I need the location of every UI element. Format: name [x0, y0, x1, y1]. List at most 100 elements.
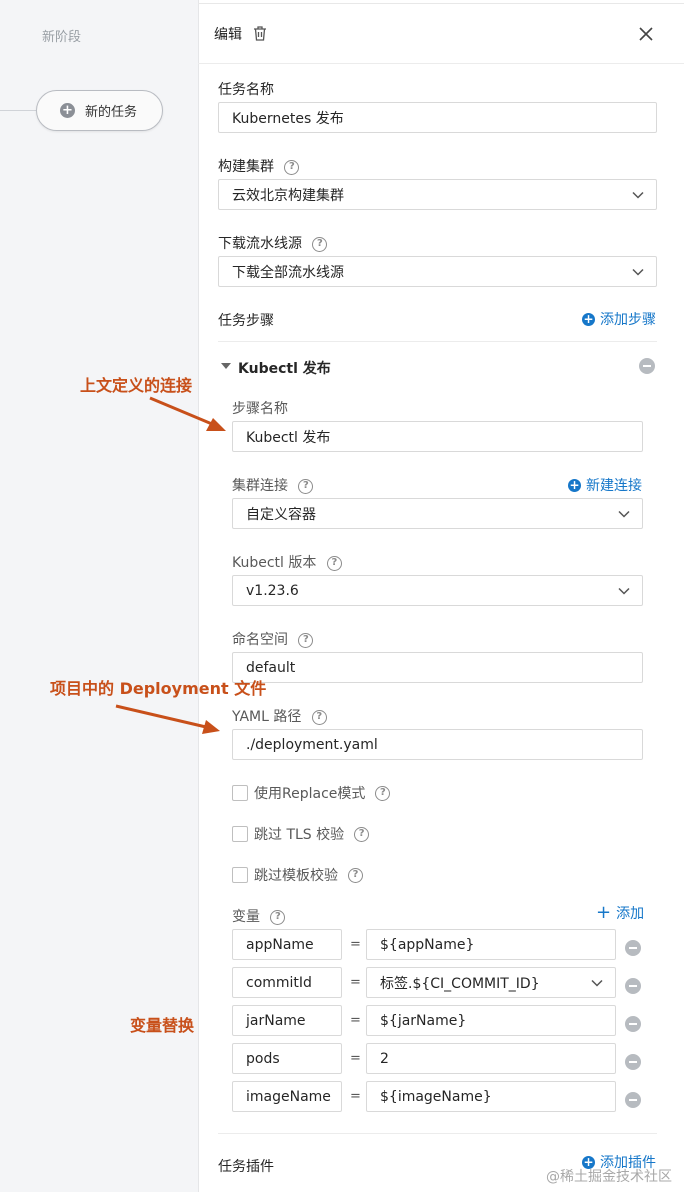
add-variable-label: 添加 [616, 905, 645, 922]
add-step-label: 添加步骤 [600, 312, 656, 328]
remove-step-icon[interactable] [639, 358, 655, 374]
variable-name-input[interactable]: jarName [232, 1005, 342, 1036]
step-title[interactable]: Kubectl 发布 [238, 358, 331, 378]
step-name-input[interactable]: Kubectl 发布 [232, 421, 643, 452]
remove-variable-icon[interactable] [625, 1054, 641, 1070]
cluster-conn-label-text: 集群连接 [232, 478, 288, 494]
annotation-deployment-file: 项目中的 Deployment 文件 [50, 679, 267, 698]
cluster-conn-label: 集群连接 ? [232, 475, 314, 495]
close-icon[interactable] [636, 24, 656, 44]
skip-tls-option[interactable]: 跳过 TLS 校验 ? [232, 824, 370, 844]
header-divider [198, 63, 684, 64]
help-icon[interactable]: ? [375, 785, 391, 801]
add-step-button[interactable]: + 添加步骤 [582, 309, 656, 329]
caret-down-icon[interactable] [221, 362, 231, 370]
replace-mode-label: 使用Replace模式 [254, 786, 366, 802]
yaml-path-label-text: YAML 路径 [232, 709, 302, 725]
variable-name-input[interactable]: pods [232, 1043, 342, 1074]
chevron-down-icon [632, 191, 644, 199]
download-source-select[interactable]: 下载全部流水线源 [218, 256, 657, 287]
variables-label-text: 变量 [232, 909, 260, 925]
skip-template-label: 跳过模板校验 [254, 868, 338, 884]
remove-variable-icon[interactable] [625, 940, 641, 956]
chevron-down-icon [618, 510, 630, 518]
remove-variable-icon[interactable] [625, 1092, 641, 1108]
download-source-value: 下载全部流水线源 [232, 264, 344, 281]
plus-icon: + [596, 902, 612, 923]
skip-tls-checkbox[interactable] [232, 826, 248, 842]
variable-value-input[interactable]: ${imageName} [366, 1081, 616, 1112]
replace-mode-checkbox[interactable] [232, 785, 248, 801]
help-icon[interactable]: ? [326, 555, 342, 571]
variable-name-input[interactable]: imageName [232, 1081, 342, 1112]
add-variable-button[interactable]: + 添加 [596, 902, 644, 923]
variables-label: 变量 ? [232, 906, 286, 926]
task-steps-label: 任务步骤 [218, 313, 274, 329]
help-icon[interactable]: ? [348, 867, 363, 883]
equals-sign: = [350, 937, 361, 952]
variable-name-input[interactable]: appName [232, 929, 342, 960]
help-icon[interactable]: ? [298, 478, 314, 494]
download-source-label: 下载流水线源 ? [218, 233, 328, 253]
build-cluster-label: 构建集群 ? [218, 156, 300, 176]
new-task-button[interactable]: + 新的任务 [36, 90, 163, 131]
steps-divider [218, 341, 657, 342]
cluster-conn-value: 自定义容器 [246, 506, 316, 523]
help-icon[interactable]: ? [354, 826, 370, 842]
kubectl-version-label-text: Kubectl 版本 [232, 555, 317, 571]
panel-top-border [198, 3, 684, 4]
trash-icon[interactable] [252, 25, 268, 42]
annotation-context-connection: 上文定义的连接 [80, 376, 193, 395]
variable-name-input[interactable]: commitId [232, 967, 342, 998]
plus-circle-icon: + [582, 311, 595, 326]
help-icon[interactable]: ? [311, 709, 327, 725]
equals-sign: = [350, 1013, 361, 1028]
equals-sign: = [350, 1051, 361, 1066]
plugins-divider [218, 1133, 657, 1134]
build-cluster-value: 云效北京构建集群 [232, 187, 344, 204]
kubectl-version-label: Kubectl 版本 ? [232, 552, 342, 572]
watermark: @稀土掘金技术社区 [546, 1169, 672, 1185]
variable-value-input[interactable]: ${jarName} [366, 1005, 616, 1036]
skip-template-option[interactable]: 跳过模板校验 ? [232, 865, 363, 885]
yaml-path-label: YAML 路径 ? [232, 706, 327, 726]
kubectl-version-select[interactable]: v1.23.6 [232, 575, 643, 606]
task-plugins-label: 任务插件 [218, 1159, 274, 1175]
help-icon[interactable]: ? [284, 159, 300, 175]
namespace-label: 命名空间 ? [232, 629, 314, 649]
help-icon[interactable]: ? [312, 236, 328, 252]
namespace-input[interactable]: default [232, 652, 643, 683]
chevron-down-icon [618, 587, 630, 595]
plus-circle-icon: + [568, 477, 581, 492]
remove-variable-icon[interactable] [625, 978, 641, 994]
help-icon[interactable]: ? [298, 632, 314, 648]
plus-circle-icon: + [60, 103, 75, 118]
panel-title: 编辑 [214, 27, 242, 43]
help-icon[interactable]: ? [270, 909, 286, 925]
cluster-conn-select[interactable]: 自定义容器 [232, 498, 643, 529]
variable-value-input[interactable]: ${appName} [366, 929, 616, 960]
chevron-down-icon [632, 268, 644, 276]
build-cluster-select[interactable]: 云效北京构建集群 [218, 179, 657, 210]
chevron-down-icon [591, 979, 603, 987]
stage-label: 新阶段 [42, 30, 82, 45]
remove-variable-icon[interactable] [625, 1016, 641, 1032]
build-cluster-label-text: 构建集群 [218, 159, 274, 175]
variable-value-input[interactable]: 2 [366, 1043, 616, 1074]
connector-line [0, 110, 36, 111]
new-connection-label: 新建连接 [586, 478, 642, 494]
yaml-path-input[interactable]: ./deployment.yaml [232, 729, 643, 760]
variable-value-select[interactable]: 标签.${CI_COMMIT_ID} [366, 967, 616, 998]
variable-value: 标签.${CI_COMMIT_ID} [380, 975, 540, 992]
equals-sign: = [350, 975, 361, 990]
namespace-label-text: 命名空间 [232, 632, 288, 648]
equals-sign: = [350, 1089, 361, 1104]
task-name-label: 任务名称 [218, 82, 274, 98]
step-name-label: 步骤名称 [232, 401, 288, 417]
new-task-label: 新的任务 [85, 105, 138, 120]
kubectl-version-value: v1.23.6 [246, 582, 299, 599]
replace-mode-option[interactable]: 使用Replace模式 ? [232, 783, 391, 803]
new-connection-button[interactable]: + 新建连接 [568, 475, 642, 495]
task-name-input[interactable]: Kubernetes 发布 [218, 102, 657, 133]
skip-template-checkbox[interactable] [232, 867, 248, 883]
